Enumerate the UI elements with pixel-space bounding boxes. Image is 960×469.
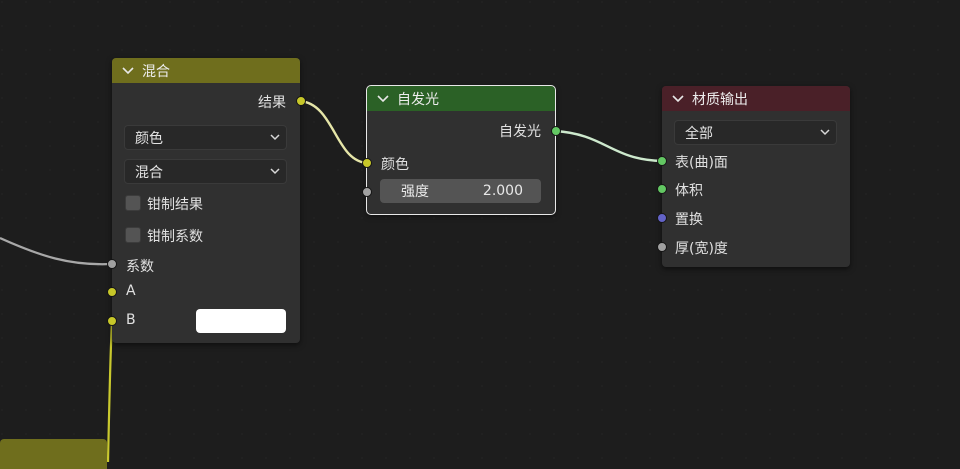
- mix-b-label: B: [126, 312, 136, 328]
- chevron-down-icon[interactable]: [672, 91, 686, 107]
- strength-label: 强度: [401, 184, 429, 200]
- mix-b-color-swatch[interactable]: [196, 309, 286, 333]
- chevron-down-icon: [820, 125, 830, 143]
- emission-node-header[interactable]: 自发光: [367, 86, 555, 111]
- thickness-socket[interactable]: [657, 242, 667, 252]
- mix-blend-mode-value: 混合: [135, 164, 163, 181]
- mix-factor-socket[interactable]: [107, 259, 117, 269]
- mix-a-label: A: [126, 283, 136, 299]
- material-output-node[interactable]: 材质输出 全部 表(曲)面 体积 置换 厚(宽)度: [657, 86, 850, 267]
- mix-data-type-value: 颜色: [135, 130, 163, 147]
- mix-output-result-label: 结果: [258, 95, 286, 111]
- material-output-title: 材质输出: [692, 91, 748, 108]
- volume-label: 体积: [675, 183, 703, 199]
- chevron-down-icon[interactable]: [377, 91, 391, 107]
- emission-node-title: 自发光: [397, 91, 439, 108]
- render-target-value: 全部: [685, 125, 713, 142]
- clamp-factor-checkbox[interactable]: [125, 227, 141, 243]
- emission-output-label: 自发光: [499, 124, 541, 140]
- chevron-down-icon: [270, 164, 280, 182]
- mix-node[interactable]: 混合 结果 颜色 混合 钳制结果 钳制系数 系数 A B: [107, 58, 306, 343]
- mix-blend-mode-dropdown[interactable]: 混合: [124, 159, 287, 184]
- emission-node[interactable]: 自发光 自发光 颜色 强度 2.000: [362, 85, 561, 215]
- emission-strength-socket[interactable]: [362, 187, 372, 197]
- emission-strength-field[interactable]: 强度 2.000: [380, 179, 541, 203]
- volume-socket[interactable]: [657, 184, 667, 194]
- material-output-header[interactable]: 材质输出: [662, 86, 850, 111]
- mix-data-type-dropdown[interactable]: 颜色: [124, 125, 287, 150]
- emission-color-socket[interactable]: [362, 158, 372, 168]
- mix-node-title: 混合: [142, 63, 170, 80]
- mix-output-result-socket[interactable]: [296, 96, 306, 106]
- surface-label: 表(曲)面: [675, 155, 728, 171]
- displacement-socket[interactable]: [657, 213, 667, 223]
- emission-output-socket[interactable]: [551, 126, 561, 136]
- mix-a-socket[interactable]: [107, 287, 117, 297]
- surface-socket[interactable]: [657, 156, 667, 166]
- mix-node-header[interactable]: 混合: [112, 58, 300, 83]
- render-target-dropdown[interactable]: 全部: [674, 120, 837, 145]
- clamp-result-checkbox[interactable]: [125, 195, 141, 211]
- strength-value: 2.000: [482, 183, 523, 199]
- chevron-down-icon[interactable]: [122, 63, 136, 79]
- clamp-result-label: 钳制结果: [147, 197, 203, 213]
- mix-factor-label: 系数: [126, 259, 154, 275]
- chevron-down-icon: [270, 130, 280, 148]
- displacement-label: 置换: [675, 212, 703, 228]
- mix-b-socket[interactable]: [107, 316, 117, 326]
- clamp-factor-label: 钳制系数: [147, 229, 203, 245]
- thickness-label: 厚(宽)度: [675, 241, 728, 257]
- emission-color-label: 颜色: [381, 157, 409, 173]
- offscreen-node-header[interactable]: [0, 439, 107, 469]
